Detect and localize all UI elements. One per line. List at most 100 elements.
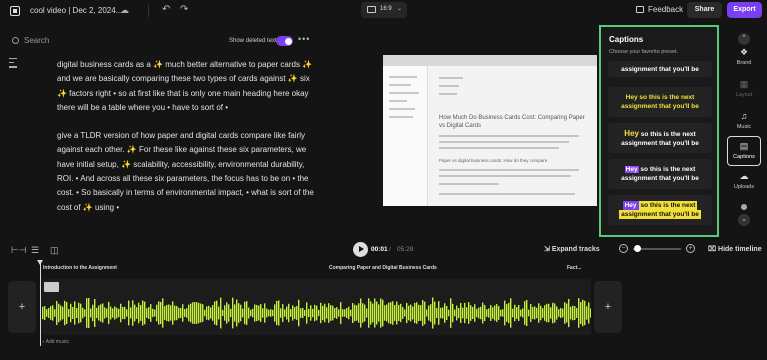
zoom-out-icon[interactable]: − [619,244,628,253]
add-music-button[interactable]: ♪ Add music [42,339,69,345]
more-dot-icon[interactable] [741,204,747,210]
waveform-bar [154,309,156,317]
playback-bar: ⊢⊣ ☰ ◫ 00:01 / 05:29 ⇲ Expand tracks − +… [0,240,767,260]
waveform-bar [282,304,284,322]
split-icon[interactable]: ⊢⊣ [11,245,27,256]
waveform-bar [568,298,570,328]
waveform-bar [398,304,400,322]
waveform-bar [286,306,288,320]
zoom-slider-handle[interactable] [634,245,641,252]
audio-waveform[interactable] [42,297,591,329]
waveform-bar [458,307,460,319]
clip-thumbnail[interactable] [44,282,59,292]
undo-icon[interactable]: ↶ [162,4,170,15]
layout-toggle-icon[interactable]: ◫ [50,245,59,256]
waveform-bar [262,308,264,318]
list-icon[interactable]: ☰ [31,245,39,256]
waveform-bar [256,304,258,322]
waveform-bar [308,308,310,318]
waveform-bar [410,304,412,322]
waveform-bar [182,304,184,322]
waveform-bar [338,309,340,317]
caption-preset-3[interactable]: Hey so this is the next assignment that y… [608,123,712,153]
screen-icon [367,6,376,13]
show-deleted-text-label: Show deleted text [229,38,277,44]
share-button[interactable]: Share [687,2,722,18]
outline-menu-icon[interactable] [9,58,17,71]
waveform-bar [92,304,94,322]
scroll-up-icon[interactable]: ⌃ [738,33,750,45]
play-button[interactable] [353,242,368,257]
caption-preset-5[interactable]: Hey so this is the next assignment that yo… [608,195,712,225]
aspect-ratio-dropdown[interactable]: 16:9 ⌄ [361,2,407,18]
waveform-bar [66,302,68,324]
waveform-bar [330,305,332,321]
transcript-paragraph[interactable]: digital business cards as a ✨ much bette… [57,58,319,115]
waveform-bar [388,302,390,324]
waveform-bar [364,304,366,322]
scroll-down-icon[interactable]: ⌄ [738,214,750,226]
search-field[interactable]: Search [12,36,49,45]
waveform-bar [470,305,472,321]
transcript-paragraph[interactable]: give a TLDR version of how paper and dig… [57,129,319,215]
add-clip-after-button[interactable]: + [594,281,622,333]
export-button[interactable]: Export [727,2,762,18]
caption-preset-4[interactable]: Hey so this is the next assignment that y… [608,159,712,189]
zoom-in-icon[interactable]: + [686,244,695,253]
divider [148,5,149,17]
sidebar-item-layout[interactable]: ▦ Layout [727,79,761,98]
chapter-label[interactable]: Introduction to the Assignment [43,265,117,271]
waveform-bar [370,301,372,325]
chapter-label[interactable]: Comparing Paper and Digital Business Car… [329,265,437,271]
waveform-bar [78,302,80,324]
waveform-bar [354,304,356,322]
add-clip-before-button[interactable]: + [8,281,36,333]
transcript-text[interactable]: digital business cards as a ✨ much bette… [57,58,319,229]
feedback-label: Feedback [648,5,684,14]
feedback-button[interactable]: Feedback [636,5,683,14]
sidebar-item-captions[interactable]: ▤ Captions [727,136,761,166]
waveform-bar [480,306,482,320]
app-logo-icon[interactable] [10,6,20,16]
waveform-bar [582,299,584,327]
waveform-bar [110,306,112,320]
video-preview[interactable]: How Much Do Business Cards Cost: Compari… [383,55,597,206]
expand-tracks-button[interactable]: ⇲ Expand tracks [544,245,600,253]
timeline-ruler[interactable]: Introduction to the Assignment Comparing… [0,262,767,274]
feedback-icon [636,6,644,13]
waveform-bar [386,304,388,322]
project-title[interactable]: cool video | Dec 2, 2024... [30,6,122,15]
hide-timeline-button[interactable]: ⌧ Hide timeline [708,245,762,253]
more-options-icon[interactable]: ••• [298,34,310,44]
waveform-bar [70,303,72,323]
waveform-bar [556,306,558,320]
caption-preset-1[interactable]: assignment that you'll be [608,61,712,77]
audio-track[interactable] [42,279,591,335]
waveform-bar [532,307,534,319]
show-deleted-toggle[interactable] [276,36,293,46]
waveform-bar [472,307,474,319]
redo-icon[interactable]: ↷ [180,4,188,15]
waveform-bar [334,308,336,318]
sidebar-item-music[interactable]: ♫ Music [727,111,761,130]
preset-highlight-word: Hey [625,94,638,101]
waveform-bar [372,303,374,323]
waveform-bar [474,304,476,322]
caption-preset-2[interactable]: Hey so this is the next assignment that y… [608,87,712,117]
top-bar: cool video | Dec 2, 2024... ☁ ↶ ↷ 16:9 ⌄… [0,0,767,22]
waveform-bar [560,307,562,319]
waveform-bar [54,309,56,317]
waveform-bar [236,299,238,327]
waveform-bar [394,305,396,321]
preset-text: so this is the next [638,201,698,210]
sidebar-item-brand[interactable]: ❖ Brand [727,47,761,66]
waveform-bar [352,303,354,323]
playhead[interactable] [37,260,43,346]
waveform-bar [300,308,302,318]
waveform-bar [488,308,490,318]
chapter-label[interactable]: Fact... [567,265,581,271]
waveform-bar [486,309,488,317]
waveform-bar [564,302,566,324]
waveform-bar [590,308,591,318]
sidebar-item-uploads[interactable]: ☁ Uploads [727,171,761,190]
